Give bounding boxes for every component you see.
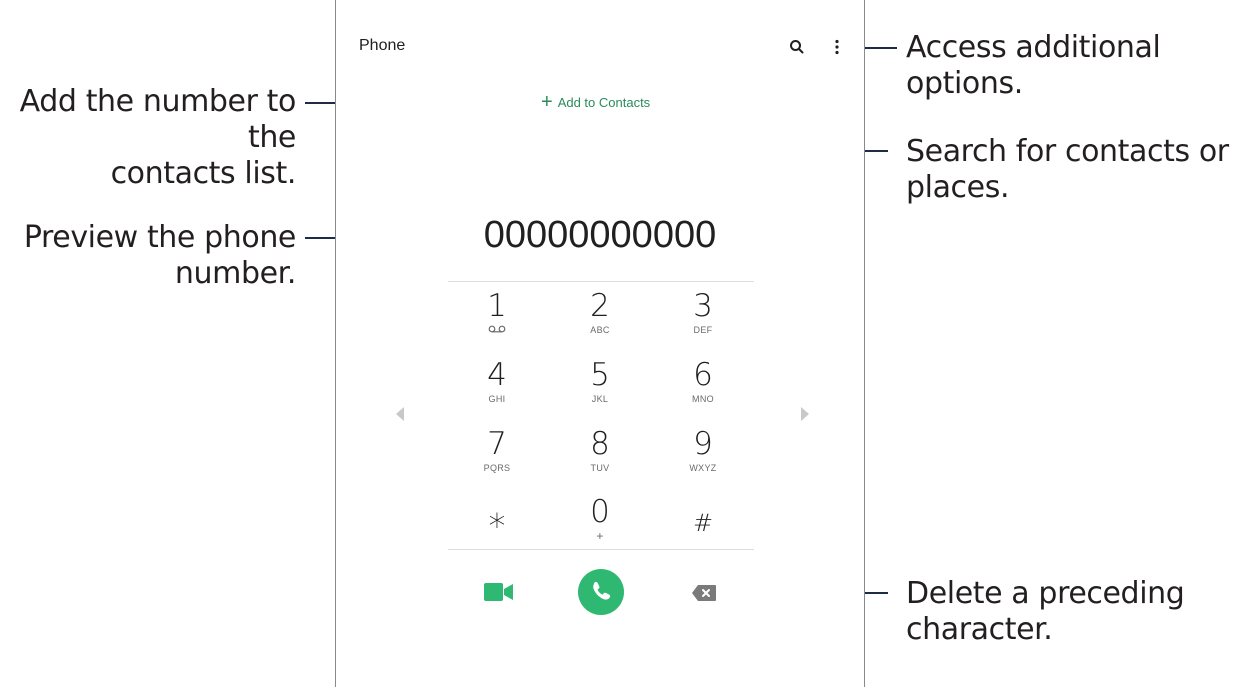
key-3-letters: DEF [693, 325, 713, 335]
key-star[interactable]: ⁎ [447, 498, 547, 534]
key-5-letters: JKL [591, 394, 609, 404]
key-8-digit: 8 [590, 426, 610, 462]
key-6[interactable]: 6 MNO [653, 357, 753, 405]
key-9-letters: WXYZ [689, 463, 717, 473]
key-5-digit: 5 [590, 357, 610, 393]
plus-icon: + [541, 91, 553, 113]
callout-options: Access additional options. [906, 30, 1236, 102]
key-5[interactable]: 5 JKL [550, 357, 650, 405]
phone-screen: Phone + Add to Contacts 00000000000 1 2 … [335, 0, 865, 687]
key-8-letters: TUV [590, 463, 610, 473]
key-6-letters: MNO [692, 394, 714, 404]
callout-delete-line1: Delete a preceding [906, 576, 1185, 611]
key-6-digit: 6 [693, 357, 713, 393]
callout-add-number: Add the number to the contacts list. [0, 84, 297, 192]
key-0-plus: + [596, 529, 604, 543]
add-to-contacts-label: Add to Contacts [557, 94, 651, 110]
phone-number-display: 00000000000 [483, 214, 717, 256]
key-star-digit: ⁎ [488, 496, 506, 536]
more-options-icon[interactable] [832, 38, 842, 56]
callout-delete: Delete a preceding character. [906, 576, 1236, 648]
phone-icon [578, 569, 624, 615]
key-7-letters: PQRS [483, 463, 511, 473]
key-8[interactable]: 8 TUV [550, 426, 650, 474]
divider-bottom [448, 549, 754, 550]
voicemail-icon [447, 324, 547, 336]
callout-preview-line2: number. [174, 256, 296, 291]
key-9[interactable]: 9 WXYZ [653, 426, 753, 474]
callout-add-number-line2: contacts list. [110, 156, 297, 191]
key-7-digit: 7 [487, 426, 507, 462]
key-1[interactable]: 1 [447, 288, 547, 336]
app-title: Phone [359, 37, 406, 54]
callout-preview-line1: Preview the phone [23, 220, 297, 255]
callout-preview: Preview the phone number. [0, 220, 297, 292]
callout-search: Search for contacts or places. [906, 134, 1236, 206]
key-hash-digit: # [692, 509, 714, 537]
next-page-icon[interactable] [801, 407, 809, 421]
key-4-letters: GHI [488, 394, 506, 404]
divider-top [448, 281, 754, 282]
key-7[interactable]: 7 PQRS [447, 426, 547, 474]
callout-add-number-line1: Add the number to the [19, 84, 297, 155]
search-icon[interactable] [788, 38, 806, 56]
key-2[interactable]: 2 ABC [550, 288, 650, 336]
key-1-digit: 1 [487, 288, 507, 324]
key-4-digit: 4 [487, 357, 507, 393]
key-3-digit: 3 [693, 288, 713, 324]
key-0-digit: 0 [590, 494, 610, 530]
key-2-letters: ABC [590, 325, 610, 335]
callout-search-line2: places. [906, 170, 1010, 205]
backspace-icon [692, 585, 716, 601]
callout-search-line1: Search for contacts or [906, 134, 1229, 169]
previous-page-icon[interactable] [396, 407, 404, 421]
backspace-button[interactable] [691, 584, 717, 602]
callout-options-text: Access additional options. [906, 30, 1161, 101]
video-call-button[interactable] [484, 582, 514, 602]
key-9-digit: 9 [693, 426, 713, 462]
video-camera-icon [484, 583, 513, 601]
key-hash[interactable]: # [653, 505, 753, 541]
callout-delete-line2: character. [906, 612, 1053, 647]
key-0[interactable]: 0 + [550, 494, 650, 542]
add-to-contacts-button[interactable]: + Add to Contacts [541, 91, 651, 113]
key-4[interactable]: 4 GHI [447, 357, 547, 405]
key-3[interactable]: 3 DEF [653, 288, 753, 336]
key-2-digit: 2 [590, 288, 610, 324]
call-button[interactable] [578, 569, 624, 615]
